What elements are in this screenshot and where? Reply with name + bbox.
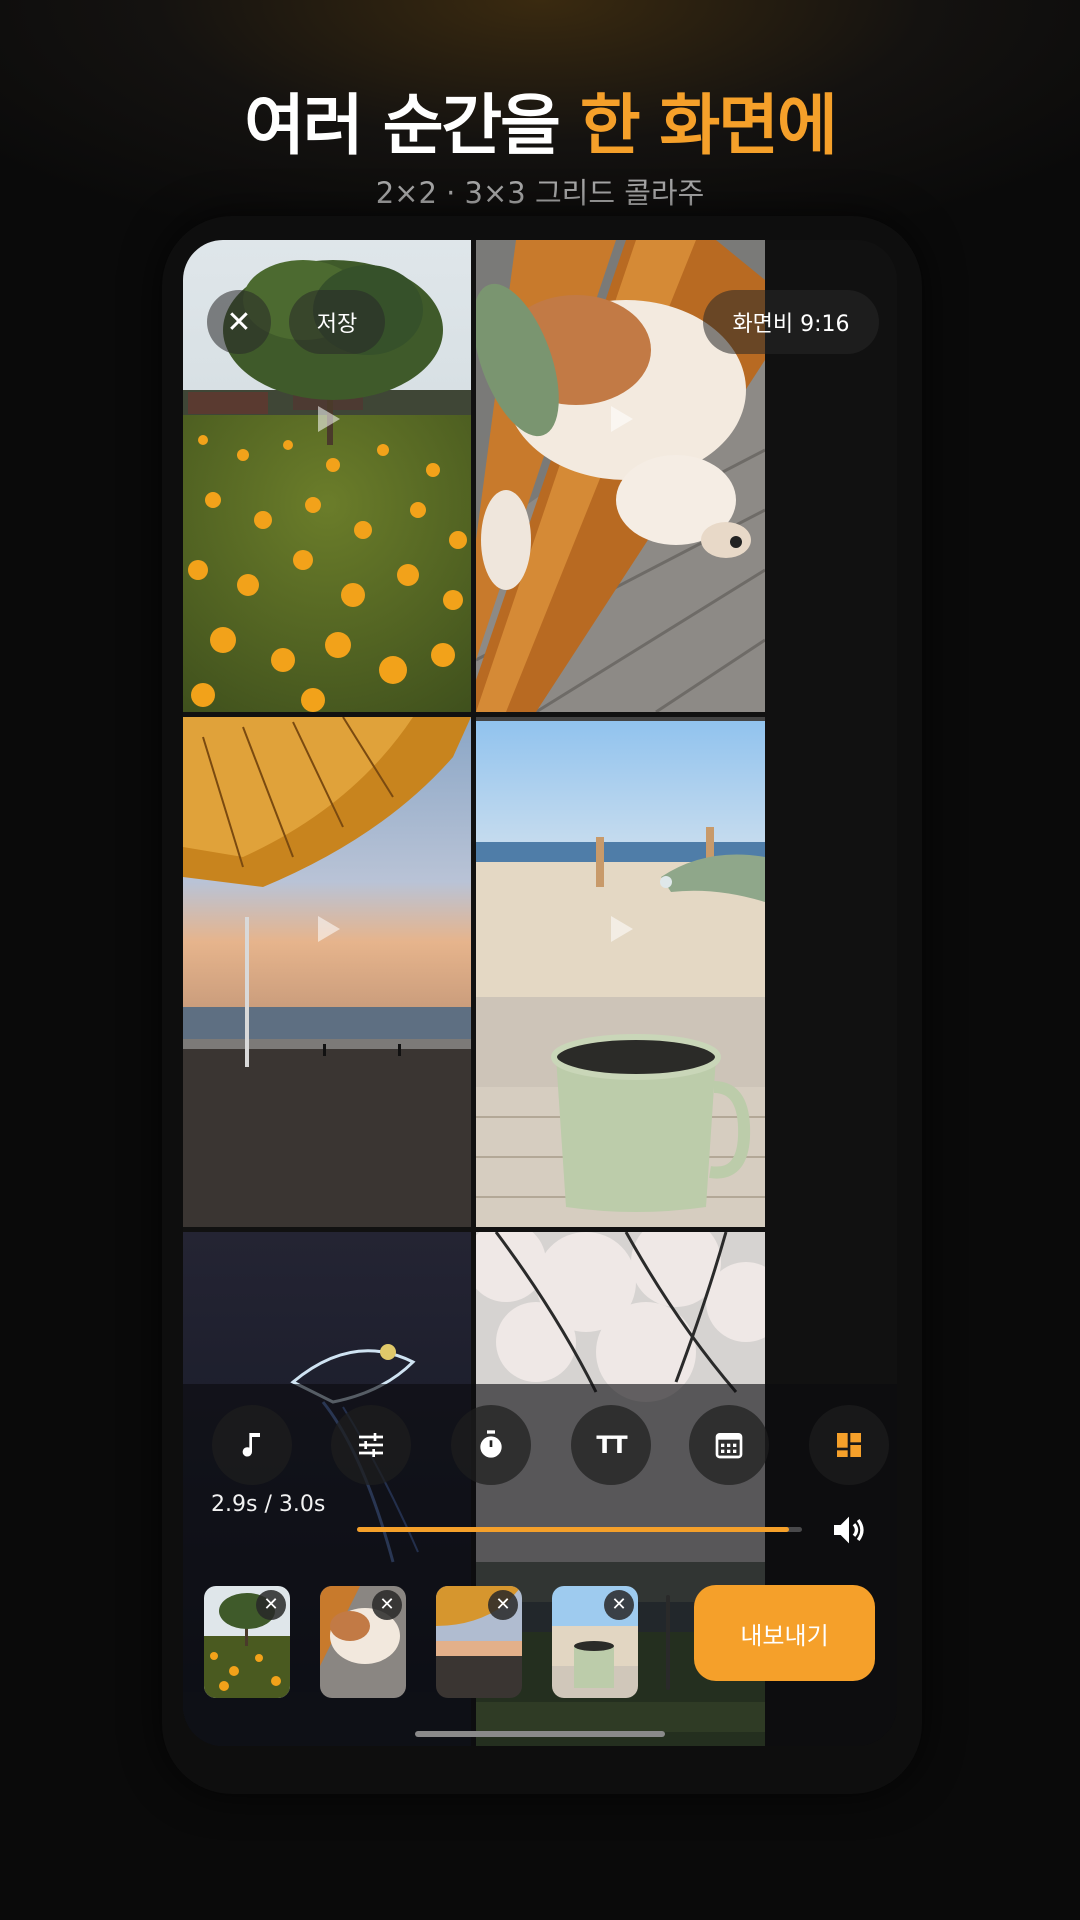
time-display: 2.9s / 3.0s [211, 1492, 326, 1517]
volume-icon[interactable] [829, 1510, 869, 1550]
export-label: 내보내기 [740, 1621, 829, 1650]
thumbnail-divider [666, 1595, 670, 1690]
adjust-button[interactable] [331, 1405, 411, 1485]
headline-accent: 한 화면에 [579, 87, 838, 164]
text-icon: TT [596, 1431, 627, 1459]
aspect-ratio-label: 화면비 9:16 [732, 312, 850, 337]
play-icon [318, 916, 340, 942]
thumbnail-mug[interactable]: ✕ [552, 1586, 638, 1698]
headline-plain: 여러 순간을 [244, 87, 561, 164]
collage-tile-sunset[interactable] [183, 717, 471, 1227]
music-note-icon [242, 1433, 260, 1457]
calendar-icon [715, 1433, 743, 1459]
home-indicator [415, 1731, 665, 1737]
thumbnail-flowers[interactable]: ✕ [204, 1586, 290, 1698]
play-icon [611, 916, 633, 942]
remove-thumbnail-button[interactable]: ✕ [604, 1590, 634, 1620]
save-button[interactable]: 저장 [289, 290, 385, 354]
timer-button[interactable] [451, 1405, 531, 1485]
close-icon: ✕ [226, 304, 252, 340]
aspect-ratio-button[interactable]: 화면비 9:16 [703, 290, 879, 354]
progress-track[interactable] [357, 1527, 802, 1532]
grid-layout-icon [837, 1433, 861, 1457]
play-icon [318, 406, 340, 432]
play-icon [611, 406, 633, 432]
subtitle: 2×2 · 3×3 그리드 콜라주 [375, 176, 705, 210]
text-button[interactable]: TT [571, 1405, 651, 1485]
thumbnail-dog[interactable]: ✕ [320, 1586, 406, 1698]
remove-thumbnail-button[interactable]: ✕ [488, 1590, 518, 1620]
mug-image [476, 717, 765, 1227]
remove-thumbnail-button[interactable]: ✕ [372, 1590, 402, 1620]
progress-fill [357, 1527, 789, 1532]
timer-icon [480, 1430, 502, 1458]
adjust-sliders-icon [359, 1433, 383, 1457]
remove-thumbnail-button[interactable]: ✕ [256, 1590, 286, 1620]
thumbnail-sunset[interactable]: ✕ [436, 1586, 522, 1698]
export-button[interactable]: 내보내기 [694, 1585, 875, 1681]
close-button[interactable]: ✕ [207, 290, 271, 354]
sunset-image [183, 717, 471, 1227]
phone-screen: ✕ 저장 화면비 9:16 TT 2.9s / 3.0s ✕ ✕ ✕ ✕ 내보내… [183, 240, 897, 1746]
calendar-button[interactable] [689, 1405, 769, 1485]
collage-tile-mug[interactable] [476, 717, 765, 1227]
save-label: 저장 [316, 312, 358, 337]
layout-button[interactable] [809, 1405, 889, 1485]
music-button[interactable] [212, 1405, 292, 1485]
headline: 여러 순간을 한 화면에 [0, 72, 1080, 168]
